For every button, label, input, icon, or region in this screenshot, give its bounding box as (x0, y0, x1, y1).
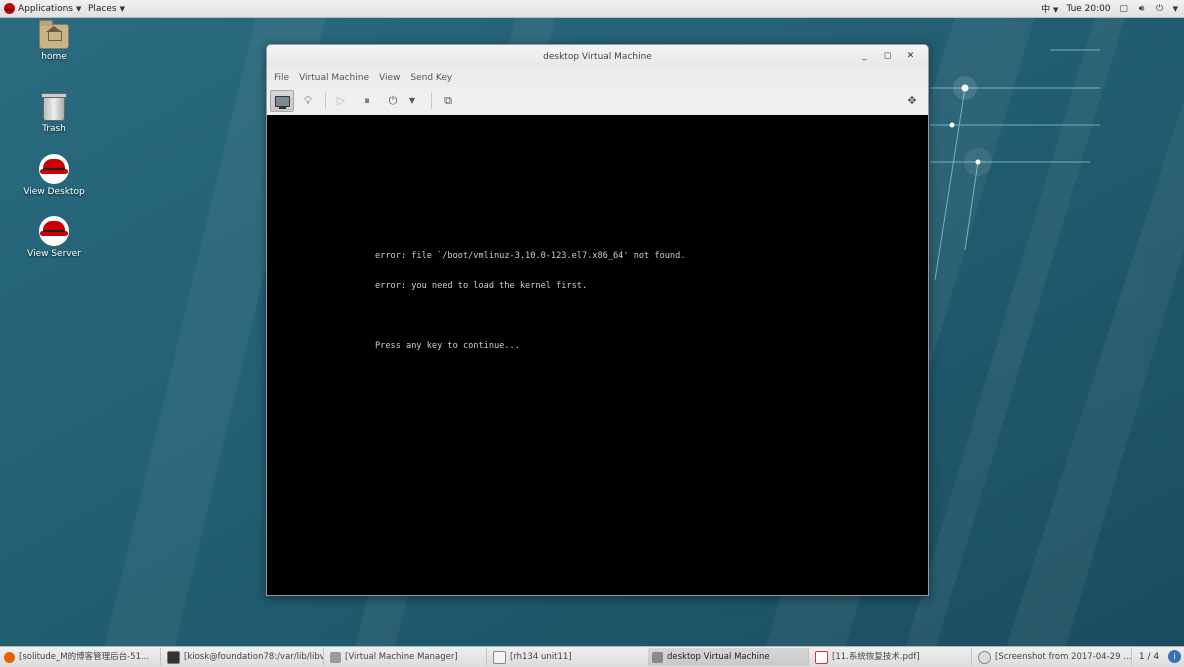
window-titlebar[interactable]: desktop Virtual Machine _ ◻ ✕ (267, 45, 928, 68)
shutdown-button[interactable]: ⏻ (381, 90, 405, 112)
task-item[interactable]: [11.系统恢复技术.pdf] (811, 648, 972, 666)
desktop-icon-home[interactable]: home (14, 20, 94, 62)
menu-view[interactable]: View (374, 73, 405, 83)
home-folder-icon (39, 20, 69, 49)
chevron-down-icon: ▼ (408, 96, 416, 105)
firefox-icon (4, 651, 15, 663)
desktop-icon-label: View Server (27, 249, 81, 259)
toolbar-separator (431, 93, 432, 109)
redhat-icon (39, 216, 69, 246)
pause-icon: ⏸︎ (364, 94, 370, 107)
window-icon[interactable]: ▢ (1119, 4, 1129, 14)
document-icon (493, 650, 506, 664)
input-method-indicator[interactable]: 中 ▼ (1041, 2, 1058, 15)
menu-send-key[interactable]: Send Key (405, 73, 457, 83)
vm-console-screen[interactable]: error: file `/boot/vmlinuz-3.10.0-123.el… (267, 115, 928, 595)
show-console-button[interactable] (270, 90, 294, 112)
top-panel: Applications ▼ Places ▼ 中 ▼ Tue 20:00 ▢ … (0, 0, 1184, 18)
menu-file[interactable]: File (269, 73, 294, 83)
trash-icon (41, 93, 67, 121)
vm-window: desktop Virtual Machine _ ◻ ✕ File Virtu… (266, 44, 929, 596)
maximize-button[interactable]: ◻ (876, 45, 899, 68)
notification-icon[interactable]: i (1168, 650, 1181, 663)
task-item[interactable]: [rh134 unit11] (489, 648, 650, 666)
taskbar: [solitude_M的博客管理后台-51... [kiosk@foundati… (0, 646, 1184, 667)
desktop-icon-label: View Desktop (23, 187, 85, 197)
task-label: desktop Virtual Machine (667, 652, 770, 662)
screenshot-icon (978, 650, 991, 664)
task-label: [rh134 unit11] (510, 652, 572, 662)
snapshots-button[interactable]: ⧉ (436, 90, 460, 112)
desktop-icon-label: Trash (42, 124, 66, 134)
show-details-button[interactable]: 💡︎ (296, 90, 320, 112)
applications-label: Applications (18, 3, 73, 14)
desktop-icon-label: home (41, 52, 67, 62)
task-label: [Screenshot from 2017-04-29 ... (995, 652, 1132, 662)
run-button[interactable]: ▷ (329, 90, 353, 112)
power-icon: ⏻ (388, 94, 398, 107)
menubar: File Virtual Machine View Send Key (267, 68, 928, 87)
chevron-down-icon: ▼ (119, 4, 126, 13)
power-icon[interactable]: ⏻ (1155, 4, 1165, 14)
task-label: [kiosk@foundation78:/var/lib/libv... (184, 652, 324, 662)
task-item[interactable]: [Screenshot from 2017-04-29 ... (974, 648, 1132, 666)
console-line: error: you need to load the kernel first… (375, 281, 588, 291)
workspace-pager[interactable]: 1 / 4 (1134, 648, 1164, 666)
task-label: [11.系统恢复技术.pdf] (832, 652, 920, 662)
virt-manager-icon (330, 651, 341, 663)
places-menu[interactable]: Places ▼ (88, 2, 125, 15)
redhat-icon (4, 3, 15, 14)
minimize-button[interactable]: _ (853, 45, 876, 68)
desktop-icon-view-desktop[interactable]: View Desktop (14, 154, 94, 197)
window-title: desktop Virtual Machine (543, 52, 652, 62)
terminal-icon (167, 650, 180, 664)
pause-button[interactable]: ⏸︎ (355, 90, 379, 112)
redhat-icon (39, 154, 69, 184)
task-item-active[interactable]: desktop Virtual Machine (648, 648, 809, 666)
task-item[interactable]: [Virtual Machine Manager] (326, 648, 487, 666)
shutdown-menu-button[interactable]: ▼ (405, 90, 419, 112)
snapshot-icon: ⧉ (444, 94, 452, 107)
console-line: Press any key to continue... (375, 341, 520, 351)
virt-manager-icon (652, 651, 663, 663)
console-output: error: file `/boot/vmlinuz-3.10.0-123.el… (375, 231, 685, 371)
task-item[interactable]: [kiosk@foundation78:/var/lib/libv... (163, 648, 324, 666)
volume-icon[interactable]: 🔊︎ (1137, 4, 1147, 14)
monitor-icon (274, 95, 290, 109)
close-button[interactable]: ✕ (899, 45, 922, 68)
lightbulb-icon: 💡︎ (304, 94, 312, 107)
applications-menu[interactable]: Applications ▼ (4, 2, 81, 15)
task-label: [solitude_M的博客管理后台-51... (19, 652, 150, 662)
desktop-icon-trash[interactable]: Trash (14, 93, 94, 134)
places-label: Places (88, 3, 117, 14)
task-label: [Virtual Machine Manager] (345, 652, 458, 662)
resize-arrows-icon: ✥ (907, 94, 917, 107)
chevron-down-icon[interactable]: ▼ (1173, 5, 1178, 13)
desktop-icon-view-server[interactable]: View Server (14, 216, 94, 259)
menu-virtual-machine[interactable]: Virtual Machine (294, 73, 374, 83)
toolbar-separator (325, 93, 326, 109)
chevron-down-icon: ▼ (75, 4, 82, 13)
clock[interactable]: Tue 20:00 (1066, 4, 1110, 14)
console-line: error: file `/boot/vmlinuz-3.10.0-123.el… (375, 251, 686, 261)
toolbar: 💡︎ ▷ ⏸︎ ⏻ ▼ ⧉ ✥ (267, 87, 928, 116)
pdf-icon (815, 650, 828, 664)
play-icon: ▷ (336, 94, 346, 107)
fullscreen-button[interactable]: ✥ (900, 90, 924, 112)
task-item[interactable]: [solitude_M的博客管理后台-51... (0, 648, 161, 666)
